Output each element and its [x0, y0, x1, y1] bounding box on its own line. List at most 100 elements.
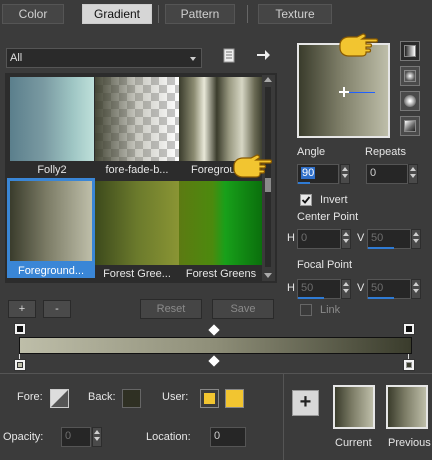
rectangular-gradient-icon	[404, 70, 416, 82]
pointing-hand-icon	[338, 32, 380, 58]
user-color-swatch-2[interactable]	[225, 389, 244, 408]
gradient-item-forest-gree[interactable]: Forest Gree...	[95, 181, 179, 281]
divider	[0, 373, 432, 374]
link-checkbox[interactable]	[300, 304, 312, 316]
focal-v-input[interactable]: 50	[367, 279, 411, 299]
color-midpoint[interactable]	[208, 355, 220, 367]
gradient-item-label: Forest Greens	[185, 268, 257, 280]
sunburst-gradient-icon	[404, 95, 416, 107]
gradient-item-forest-greens[interactable]: Forest Greens	[179, 181, 263, 281]
gradient-item-label: Forest Gree...	[103, 268, 171, 280]
scroll-up-icon[interactable]	[264, 77, 272, 82]
pointing-hand-icon	[232, 153, 274, 179]
center-v-input[interactable]: 50	[367, 229, 411, 249]
current-gradient-swatch	[333, 385, 375, 429]
gradient-item-label: fore-fade-b...	[105, 164, 169, 176]
focal-v-slider-fill	[368, 297, 394, 299]
opacity-label: Opacity:	[3, 431, 44, 443]
invert-label: Invert	[320, 194, 348, 206]
gradient-item-fore-fade[interactable]: fore-fade-b...	[95, 77, 179, 177]
center-v-label: V	[357, 232, 365, 244]
tab-gradient[interactable]: Gradient	[82, 4, 152, 24]
fore-color-swatch[interactable]	[50, 389, 69, 408]
angle-spinner[interactable]	[340, 164, 350, 184]
gradient-editor-bar[interactable]	[19, 337, 412, 354]
reset-button[interactable]: Reset	[140, 299, 202, 319]
gradient-swatch	[95, 181, 179, 265]
gradient-filter-select[interactable]: All	[6, 48, 202, 68]
gradient-item-foreground-2[interactable]: Foreground...	[7, 178, 95, 278]
gradient-swatch	[179, 181, 263, 265]
center-v-slider-fill	[368, 247, 394, 249]
fore-label: Fore:	[17, 391, 43, 403]
previous-gradient-swatch[interactable]	[386, 385, 428, 429]
repeats-spinner[interactable]	[408, 164, 418, 184]
gradient-swatch	[10, 181, 92, 261]
crosshair-icon[interactable]	[339, 87, 349, 97]
color-stop-left[interactable]	[14, 359, 26, 371]
gradient-swatch	[179, 77, 263, 161]
opacity-stop-left[interactable]	[14, 323, 26, 335]
gradient-swatch	[10, 77, 94, 161]
angle-slider-fill	[298, 182, 310, 184]
add-gradient-button[interactable]: +	[8, 300, 36, 318]
previous-label: Previous	[388, 437, 431, 449]
center-v-spinner[interactable]	[411, 229, 421, 249]
angle-value: 90	[301, 167, 316, 179]
sunburst-gradient-button[interactable]	[400, 91, 420, 111]
focal-v-spinner[interactable]	[411, 279, 421, 299]
opacity-stop-right[interactable]	[403, 323, 415, 335]
remove-gradient-button[interactable]: -	[43, 300, 71, 318]
scroll-thumb[interactable]	[265, 178, 271, 192]
center-h-spinner[interactable]	[341, 229, 351, 249]
angle-line	[345, 92, 375, 93]
repeats-input[interactable]: 0	[366, 164, 408, 184]
focal-h-input[interactable]: 50	[297, 279, 341, 299]
link-label: Link	[320, 304, 341, 316]
library-icon[interactable]	[222, 48, 236, 64]
gradient-item-label: Folly2	[37, 164, 67, 176]
tab-color[interactable]: Color	[2, 4, 64, 24]
filter-value: All	[10, 52, 23, 64]
linear-gradient-button[interactable]	[400, 41, 420, 61]
tab-bar: Color Gradient Pattern Texture	[0, 0, 432, 28]
add-to-library-button[interactable]: +	[292, 390, 319, 416]
color-stop-right[interactable]	[403, 359, 415, 371]
back-color-swatch[interactable]	[122, 389, 141, 408]
center-h-input[interactable]: 0	[297, 229, 341, 249]
scroll-down-icon[interactable]	[264, 273, 272, 278]
focal-v-label: V	[357, 282, 365, 294]
opacity-input[interactable]: 0	[61, 427, 91, 447]
focal-h-label: H	[287, 282, 295, 294]
save-button[interactable]: Save	[212, 299, 274, 319]
center-h-label: H	[287, 232, 295, 244]
user-color-swatch[interactable]	[200, 389, 219, 408]
chevron-down-icon	[190, 57, 196, 61]
location-label: Location:	[146, 431, 191, 443]
gradient-swatch	[95, 77, 179, 161]
check-icon	[301, 196, 311, 204]
current-label: Current	[335, 437, 372, 449]
center-point-label: Center Point	[297, 211, 359, 223]
tab-separator	[247, 5, 248, 23]
tab-pattern[interactable]: Pattern	[165, 4, 235, 24]
opacity-spinner[interactable]	[92, 427, 102, 447]
angle-input[interactable]: 90	[297, 164, 339, 184]
focal-point-label: Focal Point	[297, 259, 353, 271]
opacity-midpoint[interactable]	[208, 324, 220, 336]
gradient-item-folly2[interactable]: Folly2	[10, 77, 94, 177]
rectangular-gradient-button[interactable]	[400, 66, 420, 86]
back-label: Back:	[88, 391, 116, 403]
location-input[interactable]: 0	[210, 427, 246, 447]
radial-gradient-icon	[404, 120, 416, 132]
tab-texture[interactable]: Texture	[258, 4, 332, 24]
focal-h-slider-fill	[298, 297, 324, 299]
radial-gradient-button[interactable]	[400, 116, 420, 136]
invert-checkbox[interactable]	[300, 194, 312, 206]
angle-label: Angle	[297, 146, 326, 158]
user-label: User:	[162, 391, 189, 403]
tab-separator	[158, 5, 159, 23]
focal-h-spinner[interactable]	[341, 279, 351, 299]
arrow-right-icon[interactable]	[255, 47, 271, 63]
linear-gradient-icon	[404, 45, 416, 57]
